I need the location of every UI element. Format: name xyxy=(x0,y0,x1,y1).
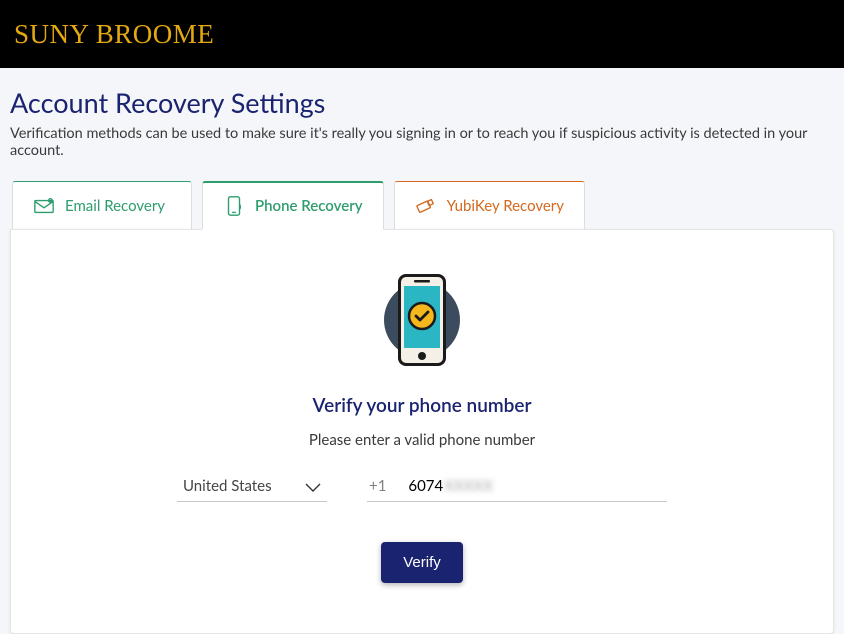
tab-panel-phone: Verify your phone number Please enter a … xyxy=(10,229,834,634)
content-area: Account Recovery Settings Verification m… xyxy=(0,68,844,634)
phone-form-row: United States +1 6074XXXXX xyxy=(31,473,813,502)
phone-input-wrap[interactable]: +1 6074XXXXX xyxy=(367,473,667,502)
phone-graphic xyxy=(31,270,813,370)
tabs: Email Recovery Phone Recovery YubiKey Re… xyxy=(12,181,834,230)
phone-prefix: +1 xyxy=(369,477,386,495)
phone-number-display: 6074XXXXX xyxy=(408,477,493,495)
brand-logo: SUNY BROOME xyxy=(14,19,214,50)
chevron-down-icon xyxy=(305,477,321,495)
country-label: United States xyxy=(183,477,272,495)
tab-yubikey-recovery[interactable]: YubiKey Recovery xyxy=(394,181,585,230)
envelope-icon xyxy=(33,195,55,217)
verify-button[interactable]: Verify xyxy=(381,542,463,583)
header-bar: SUNY BROOME xyxy=(0,0,844,68)
country-select[interactable]: United States xyxy=(177,473,327,502)
tab-label: Email Recovery xyxy=(65,197,165,215)
phone-visible-part: 6074 xyxy=(408,477,443,495)
tab-label: YubiKey Recovery xyxy=(447,197,564,215)
usb-key-icon xyxy=(415,195,437,217)
phone-blurred-part: XXXXX xyxy=(444,477,493,495)
verify-title: Verify your phone number xyxy=(31,394,813,417)
phone-icon xyxy=(223,195,245,217)
page-subtitle: Verification methods can be used to make… xyxy=(10,125,834,159)
tab-label: Phone Recovery xyxy=(255,197,363,215)
tab-phone-recovery[interactable]: Phone Recovery xyxy=(202,181,384,230)
page-title: Account Recovery Settings xyxy=(10,86,834,119)
tab-email-recovery[interactable]: Email Recovery xyxy=(12,181,192,230)
verify-button-wrap: Verify xyxy=(31,542,813,583)
verify-subtitle: Please enter a valid phone number xyxy=(31,431,813,449)
